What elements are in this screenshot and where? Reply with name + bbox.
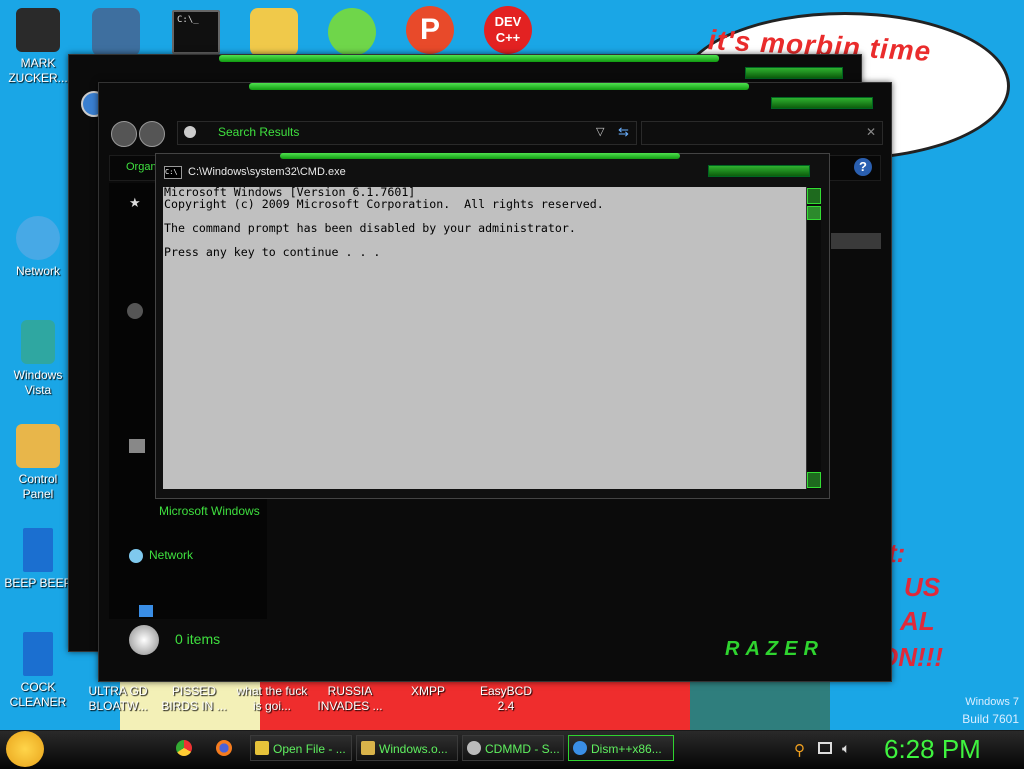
wallpaper-red-text-3: AL <box>900 606 935 636</box>
search-input[interactable]: ✕ <box>641 121 883 145</box>
p-logo-icon[interactable]: P <box>406 6 454 54</box>
cmd-line: Copyright (c) 2009 Microsoft Corporation… <box>164 197 604 211</box>
recycle-bin-icon <box>21 320 55 364</box>
dev-cpp-label: DEV C++ <box>494 14 522 45</box>
desktop-icon-control-panel[interactable]: Control Panel <box>2 424 74 502</box>
desktop-icon-label: BEEP BEEP <box>4 576 72 590</box>
cmd-icon[interactable]: C:\_ <box>172 10 220 54</box>
cmd-output: Microsoft Windows [Version 6.1.7601] Copy… <box>164 186 604 258</box>
search-icon[interactable]: ⚲ <box>794 741 805 759</box>
scroll-thumb[interactable] <box>807 206 821 220</box>
taskbar-button-dism[interactable]: Dism++x86... <box>568 735 674 761</box>
user-icon <box>16 8 60 52</box>
organize-button[interactable]: Organ <box>126 161 157 173</box>
desktop-icon-pissed-birds[interactable]: PISSED BIRDS IN ... <box>158 684 230 714</box>
address-text: Search Results <box>218 125 300 139</box>
taskbar-clock[interactable]: 6:28 PM <box>884 733 981 765</box>
clear-search-icon[interactable]: ✕ <box>866 125 876 139</box>
cmd-window-controls[interactable] <box>708 165 810 177</box>
desktop-icon-network[interactable]: Network <box>2 216 74 279</box>
desktop-icon-label: MARK ZUCKER... <box>8 56 68 85</box>
search-results-icon <box>467 741 481 755</box>
desktop-icon-beep[interactable]: BEEP BEEP <box>2 528 74 591</box>
cmd-title-accent <box>280 153 680 159</box>
libraries-icon[interactable] <box>127 303 143 319</box>
desktop-icon-easybcd[interactable]: EasyBCD 2.4 <box>470 684 542 714</box>
cmd-line: Press any key to continue . . . <box>164 245 381 259</box>
scroll-down-button[interactable] <box>807 472 821 488</box>
item-count: 0 items <box>175 631 221 647</box>
computer-icon[interactable] <box>129 439 145 453</box>
control-panel-icon <box>16 424 60 468</box>
forward-button[interactable] <box>139 121 165 147</box>
cmd-app-icon: C:\ <box>164 166 182 179</box>
book-icon <box>23 528 53 572</box>
pig-icon[interactable] <box>328 8 376 56</box>
taskbar-button-open-file[interactable]: Open File - ... <box>250 735 352 761</box>
taskbar-button-windows[interactable]: Windows.o... <box>356 735 458 761</box>
dev-cpp-icon[interactable]: DEV C++ <box>484 6 532 54</box>
help-icon[interactable]: ? <box>854 158 872 176</box>
taskbar-button-label: CDMMD - S... <box>485 742 560 756</box>
os-build: Build 7601 <box>962 712 1019 726</box>
windows-drive-icon <box>139 605 153 617</box>
window-controls[interactable] <box>745 67 843 79</box>
taskbar-button-cdmmd[interactable]: CDMMD - S... <box>462 735 564 761</box>
document-icon <box>361 741 375 755</box>
sidebar-item-microsoft-windows[interactable]: Microsoft Windows <box>159 504 260 518</box>
desktop-icon-ultra-gd[interactable]: ULTRA GD BLOATW... <box>82 684 154 714</box>
cmd-scrollbar[interactable] <box>806 187 821 489</box>
desktop-icon-label: Network <box>15 264 60 278</box>
taskbar-button-label: Open File - ... <box>273 742 346 756</box>
network-tray-icon[interactable] <box>818 742 832 754</box>
sidebar-item-network[interactable]: Network <box>149 548 193 562</box>
search-results-icon <box>184 126 196 138</box>
desktop-icon-wtf[interactable]: what the fuck is goi... <box>236 684 308 714</box>
desktop-icon-label: Windows Vista <box>13 368 63 397</box>
address-bar[interactable]: Search Results ▽ ⇆ <box>177 121 637 145</box>
network-icon <box>129 549 143 563</box>
window-controls[interactable] <box>771 97 873 109</box>
column-header <box>831 233 881 249</box>
start-button[interactable] <box>6 731 44 767</box>
back-button[interactable] <box>111 121 137 147</box>
cmd-title: C:\Windows\system32\CMD.exe <box>188 166 346 178</box>
taskbar-button-label: Dism++x86... <box>591 742 662 756</box>
desktop-icon-mark-zucker[interactable]: MARK ZUCKER... <box>2 8 74 86</box>
drive-icon[interactable] <box>250 8 298 56</box>
gear-icon <box>573 741 587 755</box>
title-accent-bar <box>219 55 719 62</box>
search-results-large-icon <box>129 625 159 655</box>
title-accent-bar <box>249 83 749 90</box>
os-edition: Windows 7 <box>965 696 1019 708</box>
desktop-icon-cock-cleaner[interactable]: COCK CLEANER <box>2 632 74 710</box>
desktop-icon-label: Control Panel <box>18 472 58 501</box>
folder-icon <box>255 741 269 755</box>
book-icon <box>23 632 53 676</box>
cmd-line: The command prompt has been disabled by … <box>164 221 576 235</box>
desktop-icon-russia[interactable]: RUSSIA INVADES ... <box>312 684 388 714</box>
wallpaper-cartoon-teal <box>690 680 830 730</box>
volume-icon[interactable]: 🔈︎ <box>842 740 850 757</box>
folder-icon[interactable] <box>92 8 140 56</box>
os-watermark: Windows 7 Build 7601 <box>962 694 1019 728</box>
desktop-icon-label: COCK CLEANER <box>9 680 67 709</box>
favorites-star-icon[interactable]: ★ <box>129 195 143 210</box>
network-globe-icon <box>16 216 60 260</box>
scroll-up-button[interactable] <box>807 188 821 204</box>
wallpaper-red-text-2: US <box>904 572 941 602</box>
desktop-icon-xmpp[interactable]: XMPP <box>392 684 464 699</box>
chrome-icon[interactable] <box>176 740 192 756</box>
firefox-icon[interactable] <box>216 740 232 756</box>
desktop-icon-recycle-bin[interactable]: Windows Vista <box>2 320 74 398</box>
razer-logo: RAZER <box>725 638 824 660</box>
refresh-icon[interactable]: ⇆ <box>618 124 629 140</box>
chevron-down-icon[interactable]: ▽ <box>596 125 604 138</box>
taskbar-button-label: Windows.o... <box>379 742 448 756</box>
